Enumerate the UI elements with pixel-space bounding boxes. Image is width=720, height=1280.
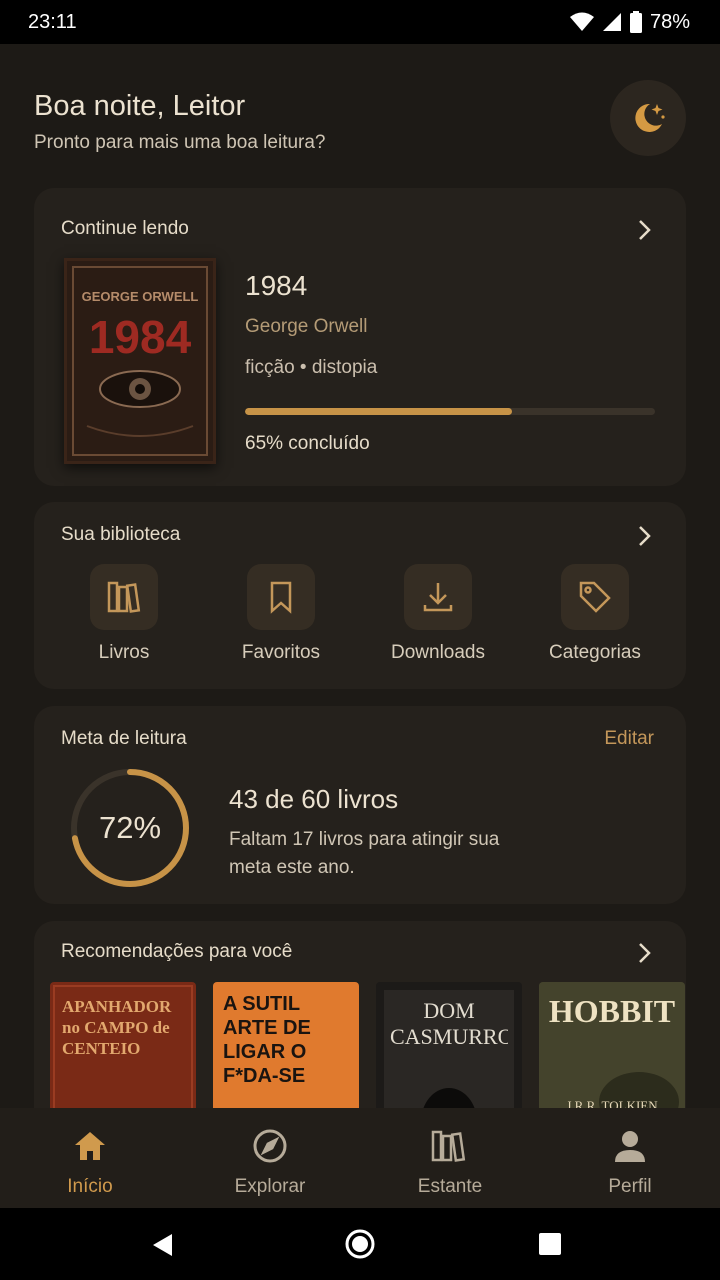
recents-icon[interactable] [538, 1232, 562, 1256]
compass-icon [253, 1129, 287, 1163]
book-cover-art: GEORGE ORWELL 1984 [67, 261, 213, 461]
library-title: Sua biblioteca [61, 524, 181, 545]
goal-count: 43 de 60 livros [229, 784, 399, 814]
cover-title: DOM CASMURRO [390, 998, 508, 1049]
library-item-downloads[interactable]: Downloads [368, 564, 508, 664]
cover-title: 1984 [89, 311, 192, 363]
status-bar: 23:11 78% [0, 0, 720, 44]
nav-item-estante[interactable]: Estante [360, 1108, 540, 1208]
book-author: George Orwell [245, 316, 368, 337]
library-item-favoritos[interactable]: Favoritos [211, 564, 351, 664]
nav-item-explorar[interactable]: Explorar [180, 1108, 360, 1208]
library-item-categorias[interactable]: Categorias [525, 564, 665, 664]
reading-progress-bar [245, 408, 655, 415]
recommended-book-cover[interactable]: APANHADOR no CAMPO de CENTEIO [50, 982, 196, 1108]
library-card: Sua biblioteca Livros Favoritos Download… [34, 502, 686, 689]
person-icon [615, 1131, 645, 1162]
recommendations-title: Recomendações para você [61, 941, 293, 962]
goal-percent: 72% [98, 810, 162, 845]
nav-label: Início [67, 1176, 113, 1197]
nav-item-inicio[interactable]: Início [0, 1108, 180, 1208]
tag-icon [579, 581, 611, 613]
chevron-right-icon[interactable] [636, 941, 654, 965]
cover-title: HOBBIT [549, 993, 675, 1029]
recommended-book-cover[interactable]: HOBBIT J.R.R. TOLKIEN [539, 982, 685, 1108]
cover-title: A SUTIL ARTE DE LIGAR O F*DA-SE [223, 993, 311, 1087]
system-navigation-bar [0, 1208, 720, 1280]
book-genres: ficção • distopia [245, 357, 378, 378]
back-icon[interactable] [150, 1232, 176, 1258]
greeting-subtitle: Pronto para mais uma boa leitura? [34, 132, 326, 153]
cover-author: GEORGE ORWELL [82, 289, 199, 304]
greeting-title: Boa noite, Leitor [34, 90, 246, 122]
recommendations-card: Recomendações para você APANHADOR no CAM… [34, 921, 686, 1108]
recommended-book-cover[interactable]: A SUTIL ARTE DE LIGAR O F*DA-SE [213, 982, 359, 1108]
continue-reading-title: Continue lendo [61, 218, 189, 239]
reading-progress-label: 65% concluído [245, 433, 370, 454]
battery-percent: 78% [649, 10, 690, 33]
moon-stars-icon [635, 103, 665, 132]
edit-goal-button[interactable]: Editar [604, 728, 654, 750]
goal-description: Faltam 17 livros para atingir sua meta e… [229, 829, 500, 878]
wifi-icon [569, 12, 594, 31]
book-cover[interactable]: GEORGE ORWELL 1984 [64, 258, 216, 464]
nav-label: Estante [417, 1176, 483, 1197]
cover-author: J.R.R. TOLKIEN [566, 1098, 658, 1108]
library-item-label: Livros [98, 642, 150, 663]
library-item-livros[interactable]: Livros [54, 564, 194, 664]
recommended-book-cover[interactable]: DOM CASMURRO [376, 982, 522, 1108]
reading-goal-card: Meta de leitura Editar 72% 43 de 60 livr… [34, 706, 686, 904]
battery-icon [629, 11, 642, 33]
status-time: 23:11 [28, 10, 77, 33]
nav-label: Explorar [234, 1176, 306, 1197]
nav-item-perfil[interactable]: Perfil [540, 1108, 720, 1208]
bottom-navigation: Início Explorar Estante Perfil [0, 1108, 720, 1208]
chevron-right-icon[interactable] [636, 218, 654, 242]
download-icon [423, 583, 453, 612]
reading-progress-fill [245, 408, 512, 415]
library-item-label: Downloads [391, 642, 485, 663]
cover-title: APANHADOR no CAMPO de CENTEIO [62, 997, 172, 1058]
books-icon [107, 581, 141, 613]
chevron-right-icon[interactable] [636, 524, 654, 548]
book-title: 1984 [245, 270, 308, 301]
continue-reading-card[interactable]: Continue lendo GEORGE ORWELL 1984 1984 G… [34, 188, 686, 486]
signal-icon [602, 13, 621, 31]
theme-toggle-button[interactable] [610, 80, 686, 156]
nav-label: Perfil [608, 1176, 652, 1197]
bookshelf-icon [431, 1130, 466, 1162]
home-icon [75, 1132, 105, 1160]
app-screen: Boa noite, Leitor Pronto para mais uma b… [0, 44, 720, 1108]
library-item-label: Categorias [549, 642, 641, 663]
reading-goal-title: Meta de leitura [61, 728, 187, 749]
bookmark-icon [270, 581, 292, 614]
library-item-label: Favoritos [241, 642, 321, 663]
home-button-icon[interactable] [344, 1228, 376, 1260]
